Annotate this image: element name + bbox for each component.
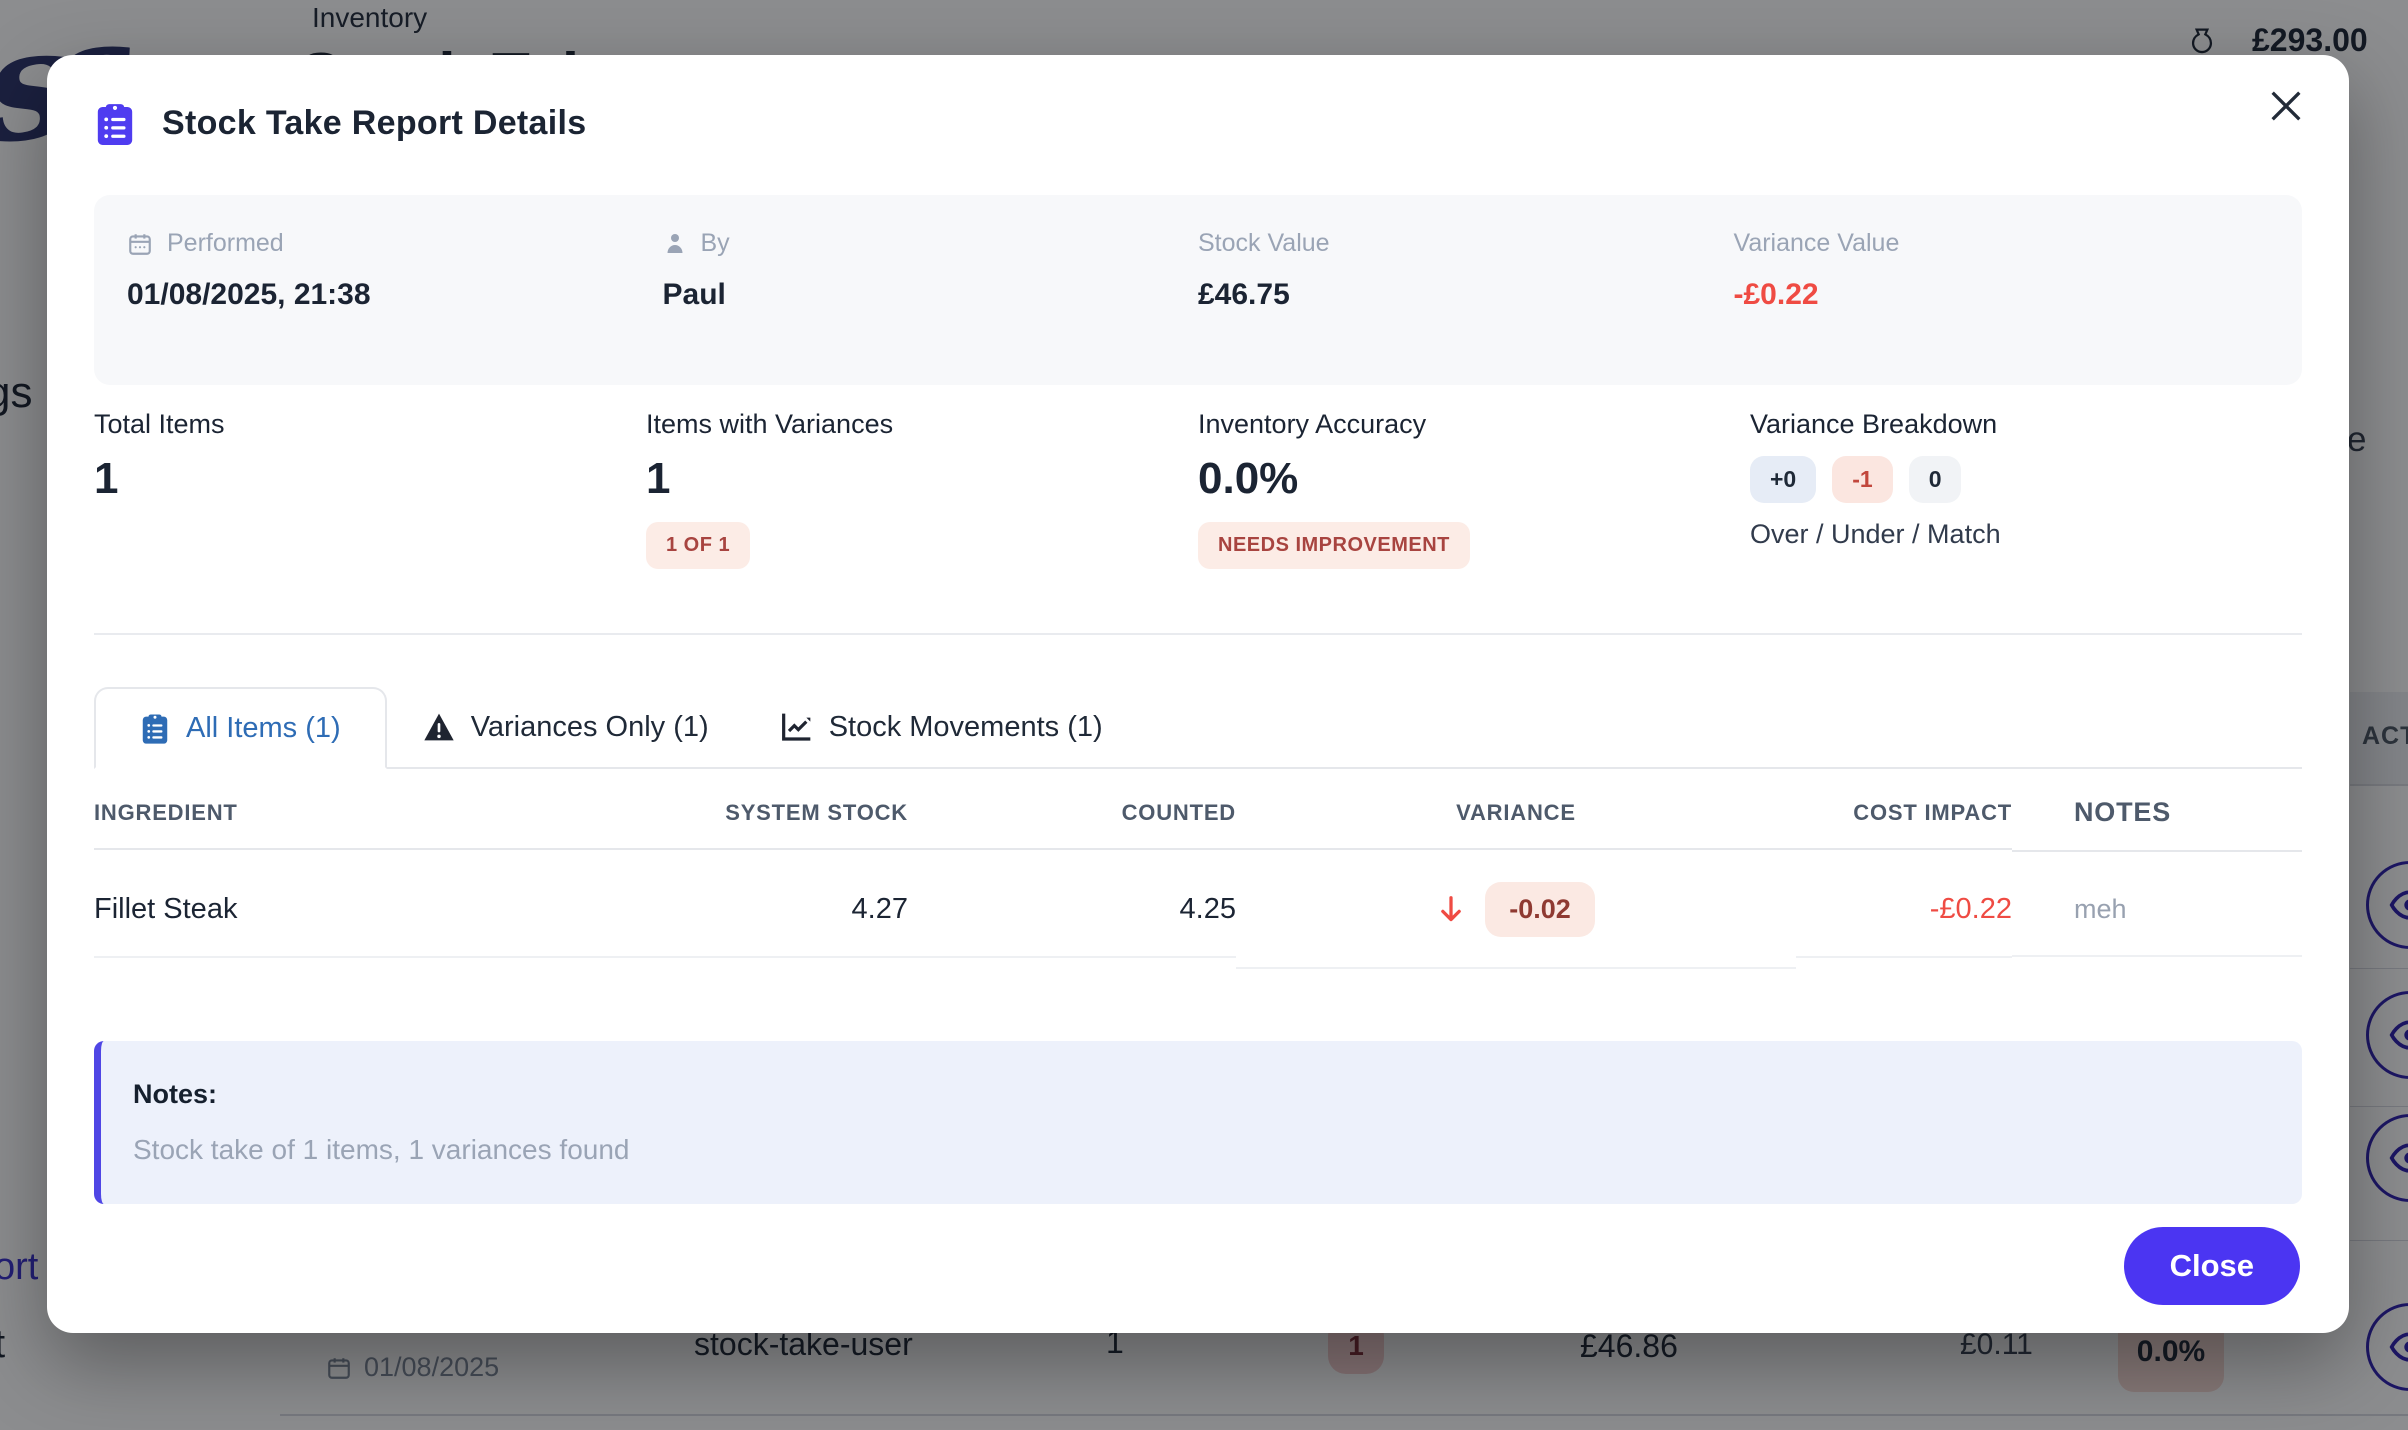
breakdown-label: Variance Breakdown — [1750, 409, 2302, 440]
summary-by: By Paul — [663, 229, 1199, 385]
summary-stock-value: Stock Value £46.75 — [1198, 229, 1734, 385]
cell-variance: -0.02 — [1236, 882, 1796, 937]
stat-variance-breakdown: Variance Breakdown +0 -1 0 Over / Under … — [1750, 409, 2302, 569]
report-notes: Notes: Stock take of 1 items, 1 variance… — [94, 1041, 2302, 1204]
col-system-stock: SYSTEM STOCK — [560, 772, 908, 850]
notes-label: Notes: — [133, 1079, 2270, 1110]
summary-card: Performed 01/08/2025, 21:38 By Paul Stoc… — [94, 195, 2302, 385]
cell-cost-impact: -£0.22 — [1796, 863, 2012, 958]
user-icon — [663, 231, 687, 257]
section-divider — [94, 633, 2302, 635]
clipboard-icon — [140, 711, 170, 745]
clipboard-icon — [94, 99, 136, 147]
warning-icon — [423, 712, 455, 742]
stats-row: Total Items 1 Items with Variances 1 1 O… — [94, 409, 2302, 569]
col-counted: COUNTED — [908, 772, 1236, 850]
notes-text: Stock take of 1 items, 1 variances found — [133, 1134, 2270, 1166]
breakdown-match-pill: 0 — [1909, 456, 1962, 503]
close-button[interactable]: Close — [2124, 1227, 2300, 1305]
report-tabs: All Items (1) Variances Only (1) Stock M… — [94, 687, 2302, 769]
summary-variance-value: Variance Value -£0.22 — [1734, 229, 2270, 385]
variance-items-value: 1 — [646, 454, 1198, 504]
stat-total-items: Total Items 1 — [94, 409, 646, 569]
stat-items-with-variances: Items with Variances 1 1 OF 1 — [646, 409, 1198, 569]
variance-badge: -0.02 — [1485, 882, 1595, 937]
cell-counted: 4.25 — [908, 863, 1236, 958]
by-label: By — [701, 229, 730, 258]
stat-inventory-accuracy: Inventory Accuracy 0.0% NEEDS IMPROVEMEN… — [1198, 409, 1750, 569]
variance-items-badge: 1 OF 1 — [646, 522, 750, 569]
modal-title: Stock Take Report Details — [162, 104, 586, 143]
tab-variances-only-label: Variances Only (1) — [471, 711, 709, 744]
accuracy-badge: NEEDS IMPROVEMENT — [1198, 522, 1470, 569]
modal-header: Stock Take Report Details — [94, 95, 2302, 151]
arrow-down-icon — [1437, 895, 1465, 925]
table-header-row: INGREDIENT SYSTEM STOCK COUNTED VARIANCE… — [94, 769, 2302, 852]
performed-label: Performed — [167, 229, 284, 258]
stock-take-report-modal: Stock Take Report Details Performed 01/0… — [47, 55, 2349, 1333]
summary-performed: Performed 01/08/2025, 21:38 — [127, 229, 663, 385]
col-variance: VARIANCE — [1236, 772, 1796, 850]
trend-chart-icon — [781, 712, 813, 742]
col-ingredient: INGREDIENT — [94, 772, 560, 850]
performed-value: 01/08/2025, 21:38 — [127, 278, 663, 312]
tab-all-items[interactable]: All Items (1) — [94, 687, 387, 769]
tab-stock-movements[interactable]: Stock Movements (1) — [745, 687, 1139, 767]
tab-variances-only[interactable]: Variances Only (1) — [387, 687, 745, 767]
breakdown-under-pill: -1 — [1832, 456, 1892, 503]
cell-notes: meh — [2012, 864, 2302, 957]
total-items-value: 1 — [94, 454, 646, 504]
breakdown-caption: Over / Under / Match — [1750, 519, 2302, 550]
tab-all-items-label: All Items (1) — [186, 712, 341, 745]
accuracy-value: 0.0% — [1198, 454, 1750, 504]
breakdown-over-pill: +0 — [1750, 456, 1816, 503]
accuracy-label: Inventory Accuracy — [1198, 409, 1750, 440]
tab-stock-movements-label: Stock Movements (1) — [829, 711, 1103, 744]
variance-value: -£0.22 — [1734, 278, 2270, 312]
table-row[interactable]: Fillet Steak 4.27 4.25 -0.02 -£0.22 meh — [94, 852, 2302, 969]
by-value: Paul — [663, 278, 1199, 312]
close-icon[interactable] — [2263, 83, 2309, 129]
variance-value-label: Variance Value — [1734, 229, 1900, 258]
stock-value-label: Stock Value — [1198, 229, 1330, 258]
calendar-icon — [127, 231, 153, 257]
col-notes: NOTES — [2012, 769, 2302, 852]
variance-items-label: Items with Variances — [646, 409, 1198, 440]
cell-ingredient: Fillet Steak — [94, 863, 560, 958]
total-items-label: Total Items — [94, 409, 646, 440]
col-cost-impact: COST IMPACT — [1796, 772, 2012, 850]
stock-value: £46.75 — [1198, 278, 1734, 312]
cell-system-stock: 4.27 — [560, 863, 908, 958]
